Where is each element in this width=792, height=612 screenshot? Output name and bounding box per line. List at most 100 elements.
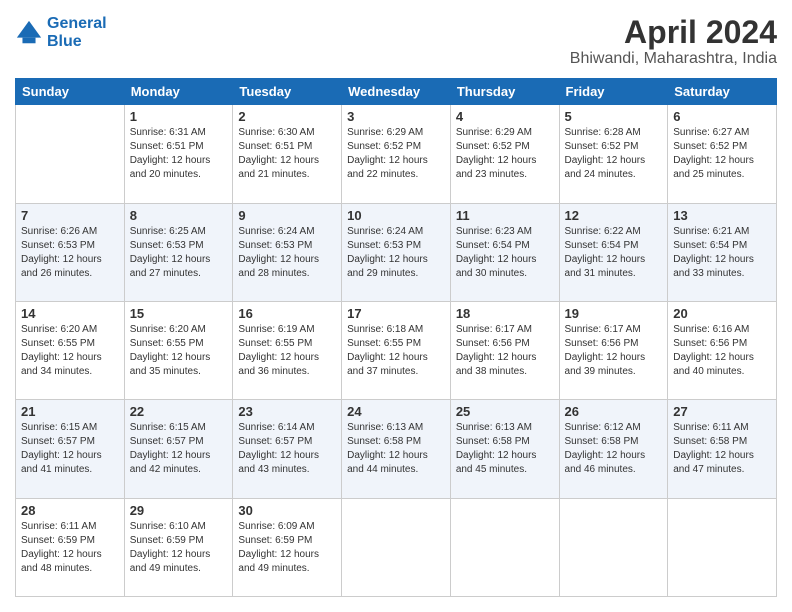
day-info: Sunrise: 6:21 AM Sunset: 6:54 PM Dayligh… xyxy=(673,225,771,281)
calendar-cell: 27 Sunrise: 6:11 AM Sunset: 6:58 PM Dayli… xyxy=(668,400,777,498)
day-info: Sunrise: 6:30 AM Sunset: 6:51 PM Dayligh… xyxy=(238,126,336,182)
calendar-week-5: 28 Sunrise: 6:11 AM Sunset: 6:59 PM Dayli… xyxy=(16,498,777,596)
day-number: 23 xyxy=(238,404,336,419)
calendar-cell xyxy=(450,498,559,596)
calendar-cell: 5Sunrise: 6:28 AM Sunset: 6:52 PM Daylig… xyxy=(559,105,668,203)
logo-text: General Blue xyxy=(47,15,107,50)
day-info: Sunrise: 6:18 AM Sunset: 6:55 PM Dayligh… xyxy=(347,323,445,379)
calendar-cell: 2Sunrise: 6:30 AM Sunset: 6:51 PM Daylig… xyxy=(233,105,342,203)
calendar-week-3: 14 Sunrise: 6:20 AM Sunset: 6:55 PM Dayli… xyxy=(16,301,777,399)
day-info: Sunrise: 6:26 AM Sunset: 6:53 PM Dayligh… xyxy=(21,225,119,281)
day-number: 9 xyxy=(238,208,336,223)
col-sunday: Sunday xyxy=(16,79,125,105)
day-number: 17 xyxy=(347,306,445,321)
day-number: 3 xyxy=(347,109,445,124)
calendar-cell: 24Sunrise: 6:13 AM Sunset: 6:58 PM Dayli… xyxy=(342,400,451,498)
calendar-cell: 29 Sunrise: 6:10 AM Sunset: 6:59 PM Dayli… xyxy=(124,498,233,596)
day-number: 19 xyxy=(565,306,663,321)
calendar-cell: 30 Sunrise: 6:09 AM Sunset: 6:59 PM Dayli… xyxy=(233,498,342,596)
calendar-subtitle: Bhiwandi, Maharashtra, India xyxy=(570,50,777,68)
day-number: 10 xyxy=(347,208,445,223)
day-info: Sunrise: 6:29 AM Sunset: 6:52 PM Dayligh… xyxy=(347,126,445,182)
day-number: 24 xyxy=(347,404,445,419)
day-number: 22 xyxy=(130,404,228,419)
col-friday: Friday xyxy=(559,79,668,105)
day-info: Sunrise: 6:22 AM Sunset: 6:54 PM Dayligh… xyxy=(565,225,663,281)
day-number: 4 xyxy=(456,109,554,124)
day-number: 1 xyxy=(130,109,228,124)
day-info: Sunrise: 6:27 AM Sunset: 6:52 PM Dayligh… xyxy=(673,126,771,182)
calendar-cell: 3 Sunrise: 6:29 AM Sunset: 6:52 PM Daylig… xyxy=(342,105,451,203)
day-info: Sunrise: 6:29 AM Sunset: 6:52 PM Dayligh… xyxy=(456,126,554,182)
day-info: Sunrise: 6:15 AM Sunset: 6:57 PM Dayligh… xyxy=(130,421,228,477)
calendar-cell: 21 Sunrise: 6:15 AM Sunset: 6:57 PM Dayli… xyxy=(16,400,125,498)
calendar-cell xyxy=(559,498,668,596)
day-number: 29 xyxy=(130,503,228,518)
header: General Blue April 2024 Bhiwandi, Mahara… xyxy=(15,15,777,68)
calendar-cell xyxy=(16,105,125,203)
day-number: 5 xyxy=(565,109,663,124)
day-info: Sunrise: 6:16 AM Sunset: 6:56 PM Dayligh… xyxy=(673,323,771,379)
day-number: 16 xyxy=(238,306,336,321)
day-number: 25 xyxy=(456,404,554,419)
calendar-cell: 14 Sunrise: 6:20 AM Sunset: 6:55 PM Dayli… xyxy=(16,301,125,399)
calendar-cell: 8 Sunrise: 6:25 AM Sunset: 6:53 PM Daylig… xyxy=(124,203,233,301)
calendar-cell: 4 Sunrise: 6:29 AM Sunset: 6:52 PM Daylig… xyxy=(450,105,559,203)
day-info: Sunrise: 6:10 AM Sunset: 6:59 PM Dayligh… xyxy=(130,520,228,576)
calendar-cell xyxy=(342,498,451,596)
day-info: Sunrise: 6:11 AM Sunset: 6:59 PM Dayligh… xyxy=(21,520,119,576)
page: General Blue April 2024 Bhiwandi, Mahara… xyxy=(0,0,792,612)
title-block: April 2024 Bhiwandi, Maharashtra, India xyxy=(570,15,777,68)
day-info: Sunrise: 6:09 AM Sunset: 6:59 PM Dayligh… xyxy=(238,520,336,576)
calendar-cell: 25Sunrise: 6:13 AM Sunset: 6:58 PM Dayli… xyxy=(450,400,559,498)
day-info: Sunrise: 6:17 AM Sunset: 6:56 PM Dayligh… xyxy=(456,323,554,379)
day-number: 7 xyxy=(21,208,119,223)
day-number: 12 xyxy=(565,208,663,223)
day-number: 15 xyxy=(130,306,228,321)
calendar-cell: 19Sunrise: 6:17 AM Sunset: 6:56 PM Dayli… xyxy=(559,301,668,399)
day-info: Sunrise: 6:23 AM Sunset: 6:54 PM Dayligh… xyxy=(456,225,554,281)
calendar-cell: 17 Sunrise: 6:18 AM Sunset: 6:55 PM Dayli… xyxy=(342,301,451,399)
day-number: 30 xyxy=(238,503,336,518)
day-info: Sunrise: 6:11 AM Sunset: 6:58 PM Dayligh… xyxy=(673,421,771,477)
day-number: 11 xyxy=(456,208,554,223)
day-info: Sunrise: 6:20 AM Sunset: 6:55 PM Dayligh… xyxy=(21,323,119,379)
calendar-week-4: 21 Sunrise: 6:15 AM Sunset: 6:57 PM Dayli… xyxy=(16,400,777,498)
calendar-cell: 18Sunrise: 6:17 AM Sunset: 6:56 PM Dayli… xyxy=(450,301,559,399)
calendar-title: April 2024 xyxy=(570,15,777,50)
day-info: Sunrise: 6:31 AM Sunset: 6:51 PM Dayligh… xyxy=(130,126,228,182)
calendar-cell: 26Sunrise: 6:12 AM Sunset: 6:58 PM Dayli… xyxy=(559,400,668,498)
day-info: Sunrise: 6:25 AM Sunset: 6:53 PM Dayligh… xyxy=(130,225,228,281)
calendar-cell: 28 Sunrise: 6:11 AM Sunset: 6:59 PM Dayli… xyxy=(16,498,125,596)
calendar-cell: 7 Sunrise: 6:26 AM Sunset: 6:53 PM Daylig… xyxy=(16,203,125,301)
calendar-cell xyxy=(668,498,777,596)
day-info: Sunrise: 6:19 AM Sunset: 6:55 PM Dayligh… xyxy=(238,323,336,379)
day-number: 28 xyxy=(21,503,119,518)
day-info: Sunrise: 6:24 AM Sunset: 6:53 PM Dayligh… xyxy=(347,225,445,281)
col-saturday: Saturday xyxy=(668,79,777,105)
day-info: Sunrise: 6:15 AM Sunset: 6:57 PM Dayligh… xyxy=(21,421,119,477)
col-wednesday: Wednesday xyxy=(342,79,451,105)
calendar-week-2: 7 Sunrise: 6:26 AM Sunset: 6:53 PM Daylig… xyxy=(16,203,777,301)
day-info: Sunrise: 6:20 AM Sunset: 6:55 PM Dayligh… xyxy=(130,323,228,379)
day-number: 27 xyxy=(673,404,771,419)
calendar-cell: 13Sunrise: 6:21 AM Sunset: 6:54 PM Dayli… xyxy=(668,203,777,301)
calendar-cell: 12 Sunrise: 6:22 AM Sunset: 6:54 PM Dayli… xyxy=(559,203,668,301)
calendar-cell: 9Sunrise: 6:24 AM Sunset: 6:53 PM Daylig… xyxy=(233,203,342,301)
logo-icon xyxy=(15,19,43,47)
calendar-cell: 20 Sunrise: 6:16 AM Sunset: 6:56 PM Dayli… xyxy=(668,301,777,399)
header-row: Sunday Monday Tuesday Wednesday Thursday… xyxy=(16,79,777,105)
calendar-week-1: 1 Sunrise: 6:31 AM Sunset: 6:51 PM Daylig… xyxy=(16,105,777,203)
day-number: 21 xyxy=(21,404,119,419)
col-monday: Monday xyxy=(124,79,233,105)
calendar-cell: 23Sunrise: 6:14 AM Sunset: 6:57 PM Dayli… xyxy=(233,400,342,498)
col-tuesday: Tuesday xyxy=(233,79,342,105)
day-number: 8 xyxy=(130,208,228,223)
calendar-cell: 6 Sunrise: 6:27 AM Sunset: 6:52 PM Daylig… xyxy=(668,105,777,203)
day-number: 14 xyxy=(21,306,119,321)
logo: General Blue xyxy=(15,15,107,50)
day-number: 26 xyxy=(565,404,663,419)
calendar-cell: 15 Sunrise: 6:20 AM Sunset: 6:55 PM Dayli… xyxy=(124,301,233,399)
day-number: 20 xyxy=(673,306,771,321)
day-number: 6 xyxy=(673,109,771,124)
